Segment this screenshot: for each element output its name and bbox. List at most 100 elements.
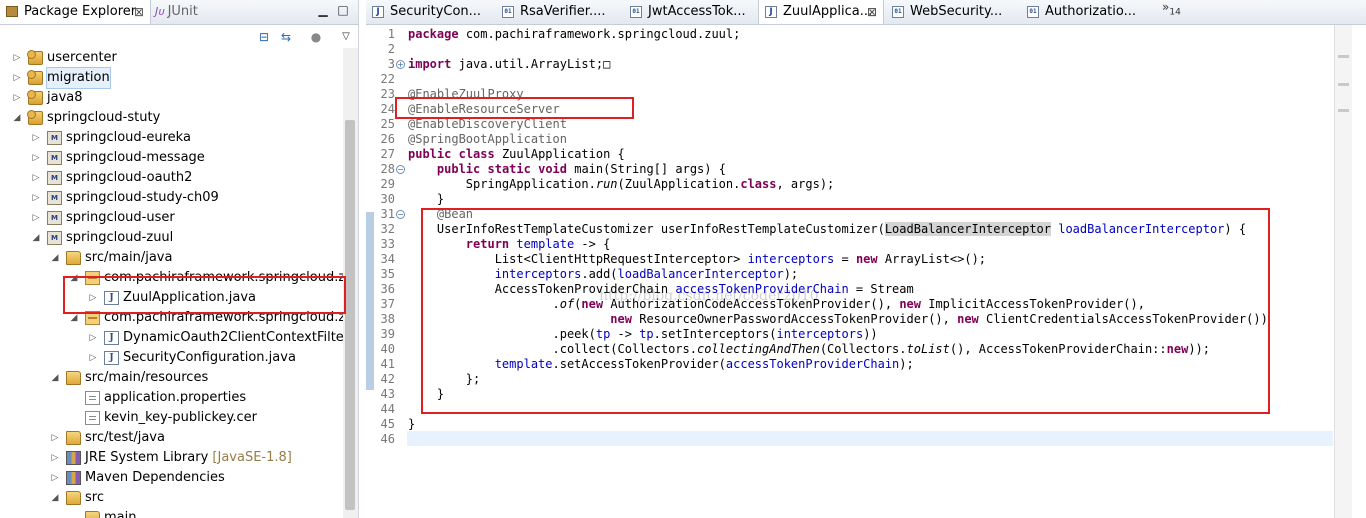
editor-tab[interactable]: 01 Authorizatio... xyxy=(1021,0,1149,24)
keyword-token: public xyxy=(436,162,481,176)
collapsed-arrow-icon[interactable]: ▷ xyxy=(50,428,60,448)
expanded-arrow-icon[interactable]: ◢ xyxy=(50,368,60,388)
editor-tab[interactable]: J SecurityCon... xyxy=(366,0,494,24)
java-file-icon: J xyxy=(372,6,384,18)
line-number: 38 xyxy=(380,312,395,326)
line-number: 22 xyxy=(380,72,395,86)
view-menu-icon[interactable]: ▽ xyxy=(338,29,354,45)
line-number: 35 xyxy=(380,267,395,281)
editor-tab-label: Authorizatio... xyxy=(1045,4,1136,19)
code-line: SpringApplication.run(ZuulApplication.cl… xyxy=(408,177,834,192)
collapsed-arrow-icon[interactable]: ▷ xyxy=(31,128,41,148)
line-number: 28 xyxy=(380,162,395,176)
collapsed-arrow-icon[interactable]: ▷ xyxy=(12,88,22,108)
tree-item-label: src/main/java xyxy=(85,250,173,265)
package-explorer-icon xyxy=(6,6,18,17)
code-token: ZuulApplication { xyxy=(501,147,625,161)
library-icon xyxy=(66,471,81,485)
link-with-editor-icon[interactable]: ⇆ xyxy=(278,29,294,45)
editor-tab[interactable]: 01 WebSecurity... xyxy=(886,0,1019,24)
keyword-token: class xyxy=(458,147,495,161)
code-token: SpringApplication. xyxy=(408,177,596,191)
collapsed-arrow-icon[interactable]: ▷ xyxy=(31,148,41,168)
editor-tab-label: RsaVerifier.... xyxy=(520,4,606,19)
code-line: public static void main(String[] args) { xyxy=(408,162,726,177)
line-number: 32 xyxy=(380,222,395,236)
focus-icon[interactable]: ● xyxy=(308,29,324,45)
minimize-icon[interactable]: ▁ xyxy=(316,3,330,17)
keyword-token: void xyxy=(538,162,567,176)
collapsed-arrow-icon[interactable]: ▷ xyxy=(88,348,98,368)
collapsed-arrow-icon[interactable]: ▷ xyxy=(31,208,41,228)
expanded-arrow-icon[interactable]: ◢ xyxy=(50,488,60,508)
editor-tab[interactable]: 01 RsaVerifier.... xyxy=(496,0,622,24)
tree-item-label: src/main/resources xyxy=(85,370,209,385)
keyword-token: static xyxy=(487,162,531,176)
source-folder-icon xyxy=(66,251,81,265)
line-number: 33 xyxy=(380,237,395,251)
tab-junit[interactable]: Jᴜ JUnit xyxy=(155,0,198,24)
annotation-token: @SpringBootApplication xyxy=(408,132,567,146)
collapsed-arrow-icon[interactable]: ▷ xyxy=(50,448,60,468)
line-number: 1 xyxy=(387,27,395,41)
close-icon[interactable]: ⊠ xyxy=(134,0,144,24)
collapse-all-icon[interactable]: ⊟ xyxy=(256,29,272,45)
line-number: 40 xyxy=(380,342,395,356)
collapsed-arrow-icon[interactable]: ▷ xyxy=(88,328,98,348)
highlight-box-enableresourceserver xyxy=(395,97,634,119)
editor-tab[interactable]: 01 JwtAccessTok... xyxy=(624,0,756,24)
tab-package-explorer[interactable]: Package Explorer ⊠ xyxy=(0,0,151,24)
line-number: 31 xyxy=(380,207,395,221)
tree-item-label: SecurityConfiguration.java xyxy=(123,350,296,365)
maven-project-icon: M xyxy=(47,231,62,245)
library-icon xyxy=(66,451,81,465)
line-number: 3 xyxy=(387,57,395,71)
overview-ruler[interactable] xyxy=(1334,25,1352,518)
line-number: 44 xyxy=(380,402,395,416)
code-token: main(String[] args) { xyxy=(574,162,726,176)
tree-item-label: application.properties xyxy=(104,390,247,405)
expanded-arrow-icon[interactable]: ◢ xyxy=(50,248,60,268)
tab-overflow-button[interactable]: »14 xyxy=(1162,0,1181,17)
code-line: public class ZuulApplication { xyxy=(408,147,625,162)
project-icon xyxy=(27,70,43,85)
expand-fold-icon[interactable]: + xyxy=(396,60,405,69)
code-line: @SpringBootApplication xyxy=(408,132,567,147)
code-token: } xyxy=(408,417,416,431)
line-number: 27 xyxy=(380,147,395,161)
collapsed-arrow-icon[interactable]: ▷ xyxy=(12,68,22,88)
collapsed-arrow-icon[interactable]: ▷ xyxy=(12,48,22,68)
tree-item-label: JRE System Library [JavaSE-1.8] xyxy=(85,450,292,465)
editor-tab[interactable]: J ZuulApplica... ⊠ xyxy=(758,0,884,24)
folded-code-marker[interactable]: □ xyxy=(603,57,610,71)
maven-project-icon: M xyxy=(47,131,62,145)
tree-item-label: springcloud-stuty xyxy=(47,110,161,125)
source-folder-icon xyxy=(66,491,81,505)
collapse-fold-icon[interactable]: − xyxy=(396,165,405,174)
line-number: 36 xyxy=(380,282,395,296)
code-line: import java.util.ArrayList;□ xyxy=(408,57,610,72)
editor-tab-label: ZuulApplica... xyxy=(783,4,873,19)
collapsed-arrow-icon[interactable]: ▷ xyxy=(31,188,41,208)
tree-item-label: usercenter xyxy=(47,50,117,65)
expanded-arrow-icon[interactable]: ◢ xyxy=(31,228,41,248)
code-token: (ZuulApplication. xyxy=(617,177,741,191)
collapsed-arrow-icon[interactable]: ▷ xyxy=(31,168,41,188)
class-file-icon: 01 xyxy=(502,6,514,18)
package-explorer-view: Package Explorer ⊠ Jᴜ JUnit ▁ □ ⊟ ⇆ ● ▽ ▷… xyxy=(0,0,359,518)
keyword-token: public xyxy=(408,147,452,161)
keyword-token: import xyxy=(408,57,452,71)
file-icon xyxy=(85,411,100,425)
collapse-fold-icon[interactable]: − xyxy=(396,210,405,219)
tree-item-label: src/test/java xyxy=(85,430,165,445)
expanded-arrow-icon[interactable]: ◢ xyxy=(12,108,22,128)
maximize-icon[interactable]: □ xyxy=(336,3,350,17)
tree-item-label: springcloud-oauth2 xyxy=(66,170,193,185)
collapsed-arrow-icon[interactable]: ▷ xyxy=(50,468,60,488)
tree-item-label: springcloud-user xyxy=(66,210,175,225)
line-number: 26 xyxy=(380,132,395,146)
close-icon[interactable]: ⊠ xyxy=(867,0,877,24)
tree-item-label: springcloud-zuul xyxy=(66,230,174,245)
line-number: 2 xyxy=(387,42,395,56)
scrollbar-thumb[interactable] xyxy=(345,120,355,510)
